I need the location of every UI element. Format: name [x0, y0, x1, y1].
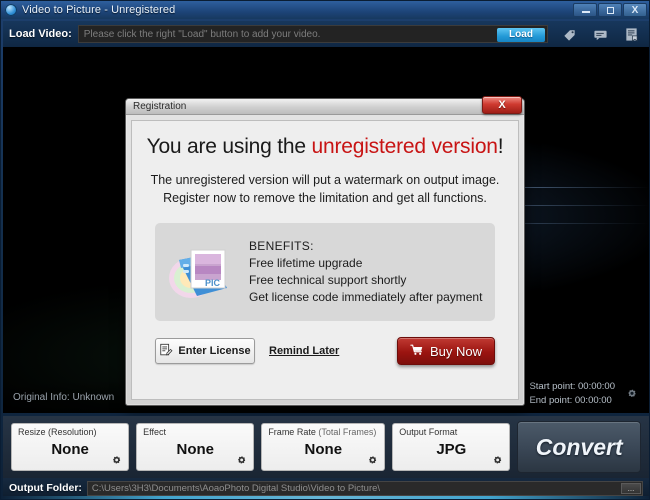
setting-caption-main: Resize (Resolution) — [18, 427, 97, 437]
headline-highlight: unregistered version — [311, 135, 498, 158]
window-title: Video to Picture - Unregistered — [22, 4, 176, 16]
headline-suffix: ! — [497, 135, 504, 158]
dialog-close-button[interactable]: X — [482, 96, 522, 114]
start-point-label: Start point: 00:00:00 — [529, 381, 615, 392]
setting-effect-caption: Effect — [143, 427, 248, 437]
benefits-heading: BENEFITS: — [249, 239, 314, 253]
tag-icon[interactable] — [562, 27, 577, 42]
convert-button[interactable]: Convert — [517, 421, 641, 473]
enter-license-label: Enter License — [178, 345, 251, 357]
gear-icon[interactable] — [625, 387, 639, 401]
dialog-actions: Enter License Remind Later Buy Now — [155, 337, 495, 365]
setting-frame-rate[interactable]: Frame Rate (Total Frames) None — [261, 423, 386, 471]
comment-icon[interactable] — [593, 27, 608, 42]
load-video-label: Load Video: — [9, 28, 72, 40]
setting-caption-main: Effect — [143, 427, 167, 437]
original-info-label: Original Info: Unknown — [13, 392, 115, 403]
application-window: Video to Picture - Unregistered X Load V… — [0, 0, 650, 500]
dialog-subtext-line2: Register now to remove the limitation an… — [163, 191, 487, 205]
video-path-input[interactable]: Please click the right "Load" button to … — [77, 25, 548, 43]
benefit-item: Free lifetime upgrade — [249, 256, 363, 270]
title-bar: Video to Picture - Unregistered X — [1, 1, 649, 19]
dialog-subtext-line1: The unregistered version will put a wate… — [150, 173, 500, 187]
register-icon[interactable] — [624, 27, 639, 42]
benefits-text: BENEFITS: Free lifetime upgrade Free tec… — [249, 238, 482, 306]
setting-caption-dim: (Total Frames) — [318, 427, 377, 437]
output-folder-bar: Output Folder: C:\Users\3H3\Documents\Ao… — [3, 478, 649, 498]
setting-output-format[interactable]: Output Format JPG — [392, 423, 511, 471]
shopping-cart-icon — [410, 343, 424, 360]
dialog-headline: You are using the unregistered version! — [147, 135, 504, 159]
maximize-button[interactable] — [598, 3, 622, 17]
buy-now-label: Buy Now — [429, 343, 483, 359]
setting-resize[interactable]: Resize (Resolution) None — [11, 423, 130, 471]
benefit-item: Free technical support shortly — [249, 273, 407, 287]
setting-effect[interactable]: Effect None — [136, 423, 255, 471]
setting-output-format-caption: Output Format — [399, 427, 504, 437]
dialog-body: You are using the unregistered version! … — [131, 120, 519, 400]
remind-later-link[interactable]: Remind Later — [269, 345, 339, 357]
benefit-item: Get license code immediately after payme… — [249, 290, 483, 304]
output-folder-input[interactable]: C:\Users\3H3\Documents\AoaoPhoto Digital… — [86, 480, 643, 496]
registration-dialog: Registration X You are using the unregis… — [125, 96, 525, 406]
setting-caption-main: Output Format — [399, 427, 458, 437]
buy-now-button[interactable]: Buy Now — [397, 337, 495, 365]
headline-prefix: You are using the — [146, 135, 312, 158]
gear-icon[interactable] — [110, 454, 123, 467]
video-path-placeholder: Please click the right "Load" button to … — [83, 28, 321, 40]
app-icon — [5, 4, 17, 16]
browse-folder-button[interactable]: ... — [621, 482, 641, 494]
end-point-label: End point: 00:00:00 — [529, 395, 612, 406]
dialog-title-bar: Registration X — [126, 96, 524, 115]
benefits-panel: PIC BENEFITS: Free lifetime upgrade Free… — [155, 223, 495, 321]
trim-points: Start point: 00:00:00 End point: 00:00:0… — [529, 380, 615, 408]
svg-text:PIC: PIC — [205, 278, 221, 288]
minimize-button[interactable] — [573, 3, 597, 17]
setting-caption-main: Frame Rate — [268, 427, 319, 437]
gear-icon[interactable] — [235, 454, 248, 467]
output-folder-path: C:\Users\3H3\Documents\AoaoPhoto Digital… — [91, 482, 381, 494]
enter-license-button[interactable]: Enter License — [155, 338, 255, 364]
bottom-glow — [1, 496, 649, 499]
gear-icon[interactable] — [366, 454, 379, 467]
dialog-subtext: The unregistered version will put a wate… — [151, 171, 500, 207]
load-video-bar: Load Video: Please click the right "Load… — [3, 21, 649, 47]
close-button[interactable]: X — [623, 3, 647, 17]
picture-card-icon: PIC — [165, 236, 241, 308]
setting-frame-rate-caption: Frame Rate (Total Frames) — [268, 427, 379, 437]
settings-bar: Resize (Resolution) None Effect None Fra… — [3, 416, 649, 478]
close-icon: X — [631, 5, 639, 16]
dialog-title: Registration — [133, 101, 187, 112]
output-folder-label: Output Folder: — [9, 482, 82, 494]
license-document-icon — [159, 343, 173, 360]
toolbar-icons — [562, 27, 639, 42]
load-button[interactable]: Load — [497, 28, 545, 42]
setting-resize-caption: Resize (Resolution) — [18, 427, 123, 437]
gear-icon[interactable] — [491, 454, 504, 467]
window-controls: X — [573, 3, 647, 17]
